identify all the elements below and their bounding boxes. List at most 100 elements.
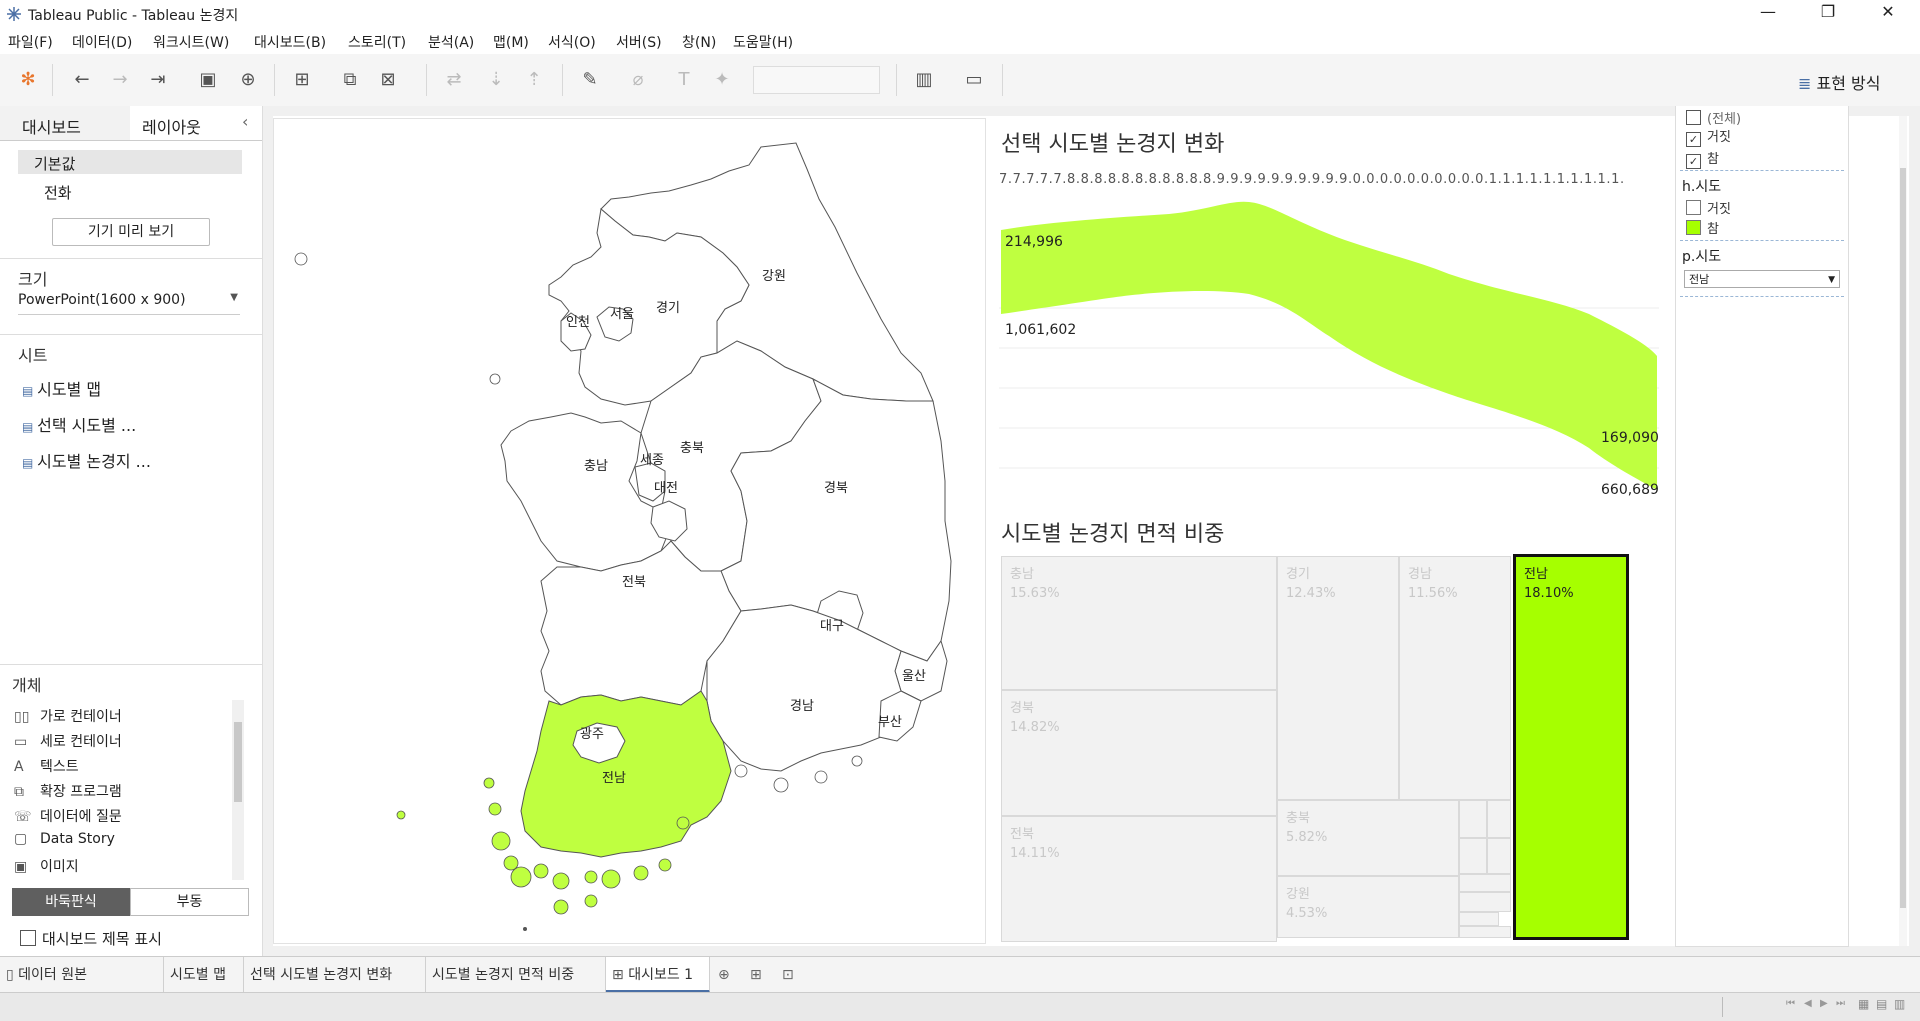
treemap-cell-chungbuk[interactable]: 충북 5.82% xyxy=(1277,800,1459,876)
maximize-button[interactable]: ❐ xyxy=(1808,2,1848,21)
treemap-cell-gyeongbuk[interactable]: 경북 14.82% xyxy=(1001,690,1277,816)
menu-story[interactable]: 스토리(T) xyxy=(348,32,406,52)
tab-sheet-treemap[interactable]: 시도별 논경지 면적 비중 xyxy=(426,957,606,993)
treemap-cell-small[interactable] xyxy=(1459,874,1511,892)
treemap-cell-small[interactable] xyxy=(1487,800,1511,838)
new-datasource-icon[interactable]: ⊕ xyxy=(236,68,260,92)
menu-data[interactable]: 데이터(D) xyxy=(72,32,132,52)
treemap-cell-small[interactable] xyxy=(1459,800,1487,838)
sort-desc-icon[interactable]: ⇡ xyxy=(522,68,546,92)
object-horizontal-container[interactable]: ▯▯ 가로 컨테이너 xyxy=(14,706,240,731)
tiled-toggle[interactable]: 바둑판식 xyxy=(12,888,130,916)
tab-sheet-map[interactable]: 시도별 맵 xyxy=(164,957,244,993)
sheet-item-line[interactable]: ▤ 선택 시도별 ... xyxy=(22,412,136,436)
close-button[interactable]: ✕ xyxy=(1868,2,1908,21)
undo-icon[interactable]: ← xyxy=(70,68,94,92)
device-default[interactable]: 기본값 xyxy=(18,150,242,174)
treemap-cell-chungnam[interactable]: 충남 15.63% xyxy=(1001,556,1277,690)
list-view-icon[interactable]: ▤ xyxy=(1876,997,1887,1011)
dashboard-scrollbar[interactable] xyxy=(1899,116,1907,946)
labels-icon[interactable]: T xyxy=(672,68,696,92)
sort-asc-icon[interactable]: ⇣ xyxy=(484,68,508,92)
tableau-home-icon[interactable]: ✻ xyxy=(16,68,40,92)
redo-icon[interactable]: → xyxy=(108,68,132,92)
menu-format[interactable]: 서식(O) xyxy=(548,32,596,52)
menu-window[interactable]: 창(N) xyxy=(682,32,716,52)
checkbox[interactable] xyxy=(1686,110,1701,125)
chart-icon[interactable]: ▥ xyxy=(912,68,936,92)
minimize-button[interactable]: — xyxy=(1748,2,1788,21)
object-text[interactable]: A 텍스트 xyxy=(14,756,240,781)
tab-dashboard[interactable]: 대시보드 xyxy=(0,106,130,141)
line-chart-sheet[interactable]: 선택 시도별 논경지 변화 7.7.7.7.7.8.8.8.8.8.8.8.8.… xyxy=(989,118,1669,508)
tab-dashboard-1[interactable]: ⊞ 대시보드 1 xyxy=(606,957,710,993)
scrollbar-thumb[interactable] xyxy=(1900,168,1906,908)
legend-false-item[interactable]: 거짓 xyxy=(1686,198,1731,217)
grid-view-icon[interactable]: ▦ xyxy=(1858,997,1869,1011)
floating-toggle[interactable]: 부동 xyxy=(130,888,249,916)
treemap-cell-gyeonggi[interactable]: 경기 12.43% xyxy=(1277,556,1399,800)
scrollbar-thumb[interactable] xyxy=(234,722,242,802)
pin-icon[interactable]: ✦ xyxy=(710,68,734,92)
fit-dropdown[interactable] xyxy=(753,66,880,94)
swap-icon[interactable]: ⇄ xyxy=(442,68,466,92)
menu-server[interactable]: 서버(S) xyxy=(616,32,662,52)
new-dashboard-tab-icon[interactable]: ⊞ xyxy=(744,957,776,993)
treemap-cell-small[interactable] xyxy=(1487,838,1511,874)
group-icon[interactable]: ⌀ xyxy=(626,68,650,92)
treemap-cell-jeonnam[interactable]: 전남 18.10% xyxy=(1513,554,1629,940)
prev-sheet-icon[interactable]: ◀ xyxy=(1804,998,1812,1009)
filter-true-item[interactable]: ✓ 참 xyxy=(1686,148,1719,169)
treemap-cell-small[interactable] xyxy=(1459,892,1511,912)
legend-true-item[interactable]: 참 xyxy=(1686,218,1719,237)
objects-scrollbar[interactable] xyxy=(232,700,244,880)
filter-false-item[interactable]: ✓ 거짓 xyxy=(1686,126,1731,147)
line-chart-band[interactable] xyxy=(989,118,1669,508)
clear-sheet-icon[interactable]: ⊠ xyxy=(376,68,400,92)
replay-icon[interactable]: ⇥ xyxy=(146,68,170,92)
tab-data-source[interactable]: ▯ 데이터 원본 xyxy=(0,957,164,993)
menu-dashboard[interactable]: 대시보드(B) xyxy=(254,32,326,52)
device-preview-button[interactable]: 기기 미리 보기 xyxy=(52,218,210,246)
next-sheet-icon[interactable]: ▶ xyxy=(1820,998,1828,1009)
checkbox-checked[interactable]: ✓ xyxy=(1686,132,1701,147)
object-vertical-container[interactable]: ▭ 세로 컨테이너 xyxy=(14,731,240,756)
new-worksheet-icon[interactable]: ⊞ xyxy=(290,68,314,92)
object-image[interactable]: ▣ 이미지 xyxy=(14,856,240,881)
collapse-icon[interactable]: ‹ xyxy=(242,112,248,131)
save-icon[interactable]: ▣ xyxy=(196,68,220,92)
last-sheet-icon[interactable]: ⏭ xyxy=(1836,998,1845,1009)
show-me-button[interactable]: ≣ 표현 방식 xyxy=(1798,70,1880,94)
treemap-sheet[interactable]: 시도별 논경지 면적 비중 충남 15.63% 경북 14.82% 전북 14.11%… xyxy=(989,508,1669,946)
checkbox-checked[interactable]: ✓ xyxy=(1686,154,1701,169)
duplicate-sheet-icon[interactable]: ⧉ xyxy=(338,68,362,92)
map-sheet[interactable]: 강원 경기 서울 인천 충남 세종 충북 대전 경북 전북 대구 울산 경남 부… xyxy=(273,118,986,944)
show-dashboard-title[interactable]: 대시보드 제목 표시 xyxy=(20,928,162,949)
tab-sheet-line[interactable]: 선택 시도별 논경지 변화 xyxy=(244,957,426,993)
menu-map[interactable]: 맵(M) xyxy=(493,32,529,52)
treemap-cell-small[interactable] xyxy=(1459,912,1499,926)
size-dropdown[interactable]: PowerPoint(1600 x 900) ▼ xyxy=(18,292,240,315)
tab-layout[interactable]: 레이아웃 ‹ xyxy=(130,106,262,141)
treemap-cell-small[interactable] xyxy=(1459,838,1487,874)
treemap-cell-gangwon[interactable]: 강원 4.53% xyxy=(1277,876,1459,938)
filmstrip-view-icon[interactable]: ▥ xyxy=(1894,997,1905,1011)
new-story-tab-icon[interactable]: ⊡ xyxy=(776,957,808,993)
p-sido-dropdown[interactable]: 전남 ▼ xyxy=(1684,270,1840,288)
filter-all-item[interactable]: (전체) xyxy=(1686,108,1741,127)
korea-map[interactable] xyxy=(274,119,987,945)
object-extension[interactable]: ⧉ 확장 프로그램 xyxy=(14,781,240,806)
highlight-icon[interactable]: ✎ xyxy=(578,68,602,92)
object-data-story[interactable]: ▢ Data Story xyxy=(14,831,240,856)
device-phone[interactable]: 전화 xyxy=(44,182,72,203)
sheet-item-map[interactable]: ▤ 시도별 맵 xyxy=(22,376,101,400)
object-ask-data[interactable]: ☏ 데이터에 질문 xyxy=(14,806,240,831)
menu-help[interactable]: 도움말(H) xyxy=(733,32,793,52)
treemap-cell-jeonbuk[interactable]: 전북 14.11% xyxy=(1001,816,1277,942)
treemap-cell-gyeongnam[interactable]: 경남 11.56% xyxy=(1399,556,1511,800)
sheet-item-treemap[interactable]: ▤ 시도별 논경지 ... xyxy=(22,448,151,472)
show-title-checkbox[interactable] xyxy=(20,930,36,946)
menu-worksheet[interactable]: 워크시트(W) xyxy=(153,32,229,52)
first-sheet-icon[interactable]: ⏮ xyxy=(1786,998,1795,1009)
presentation-icon[interactable]: ▭ xyxy=(962,68,986,92)
